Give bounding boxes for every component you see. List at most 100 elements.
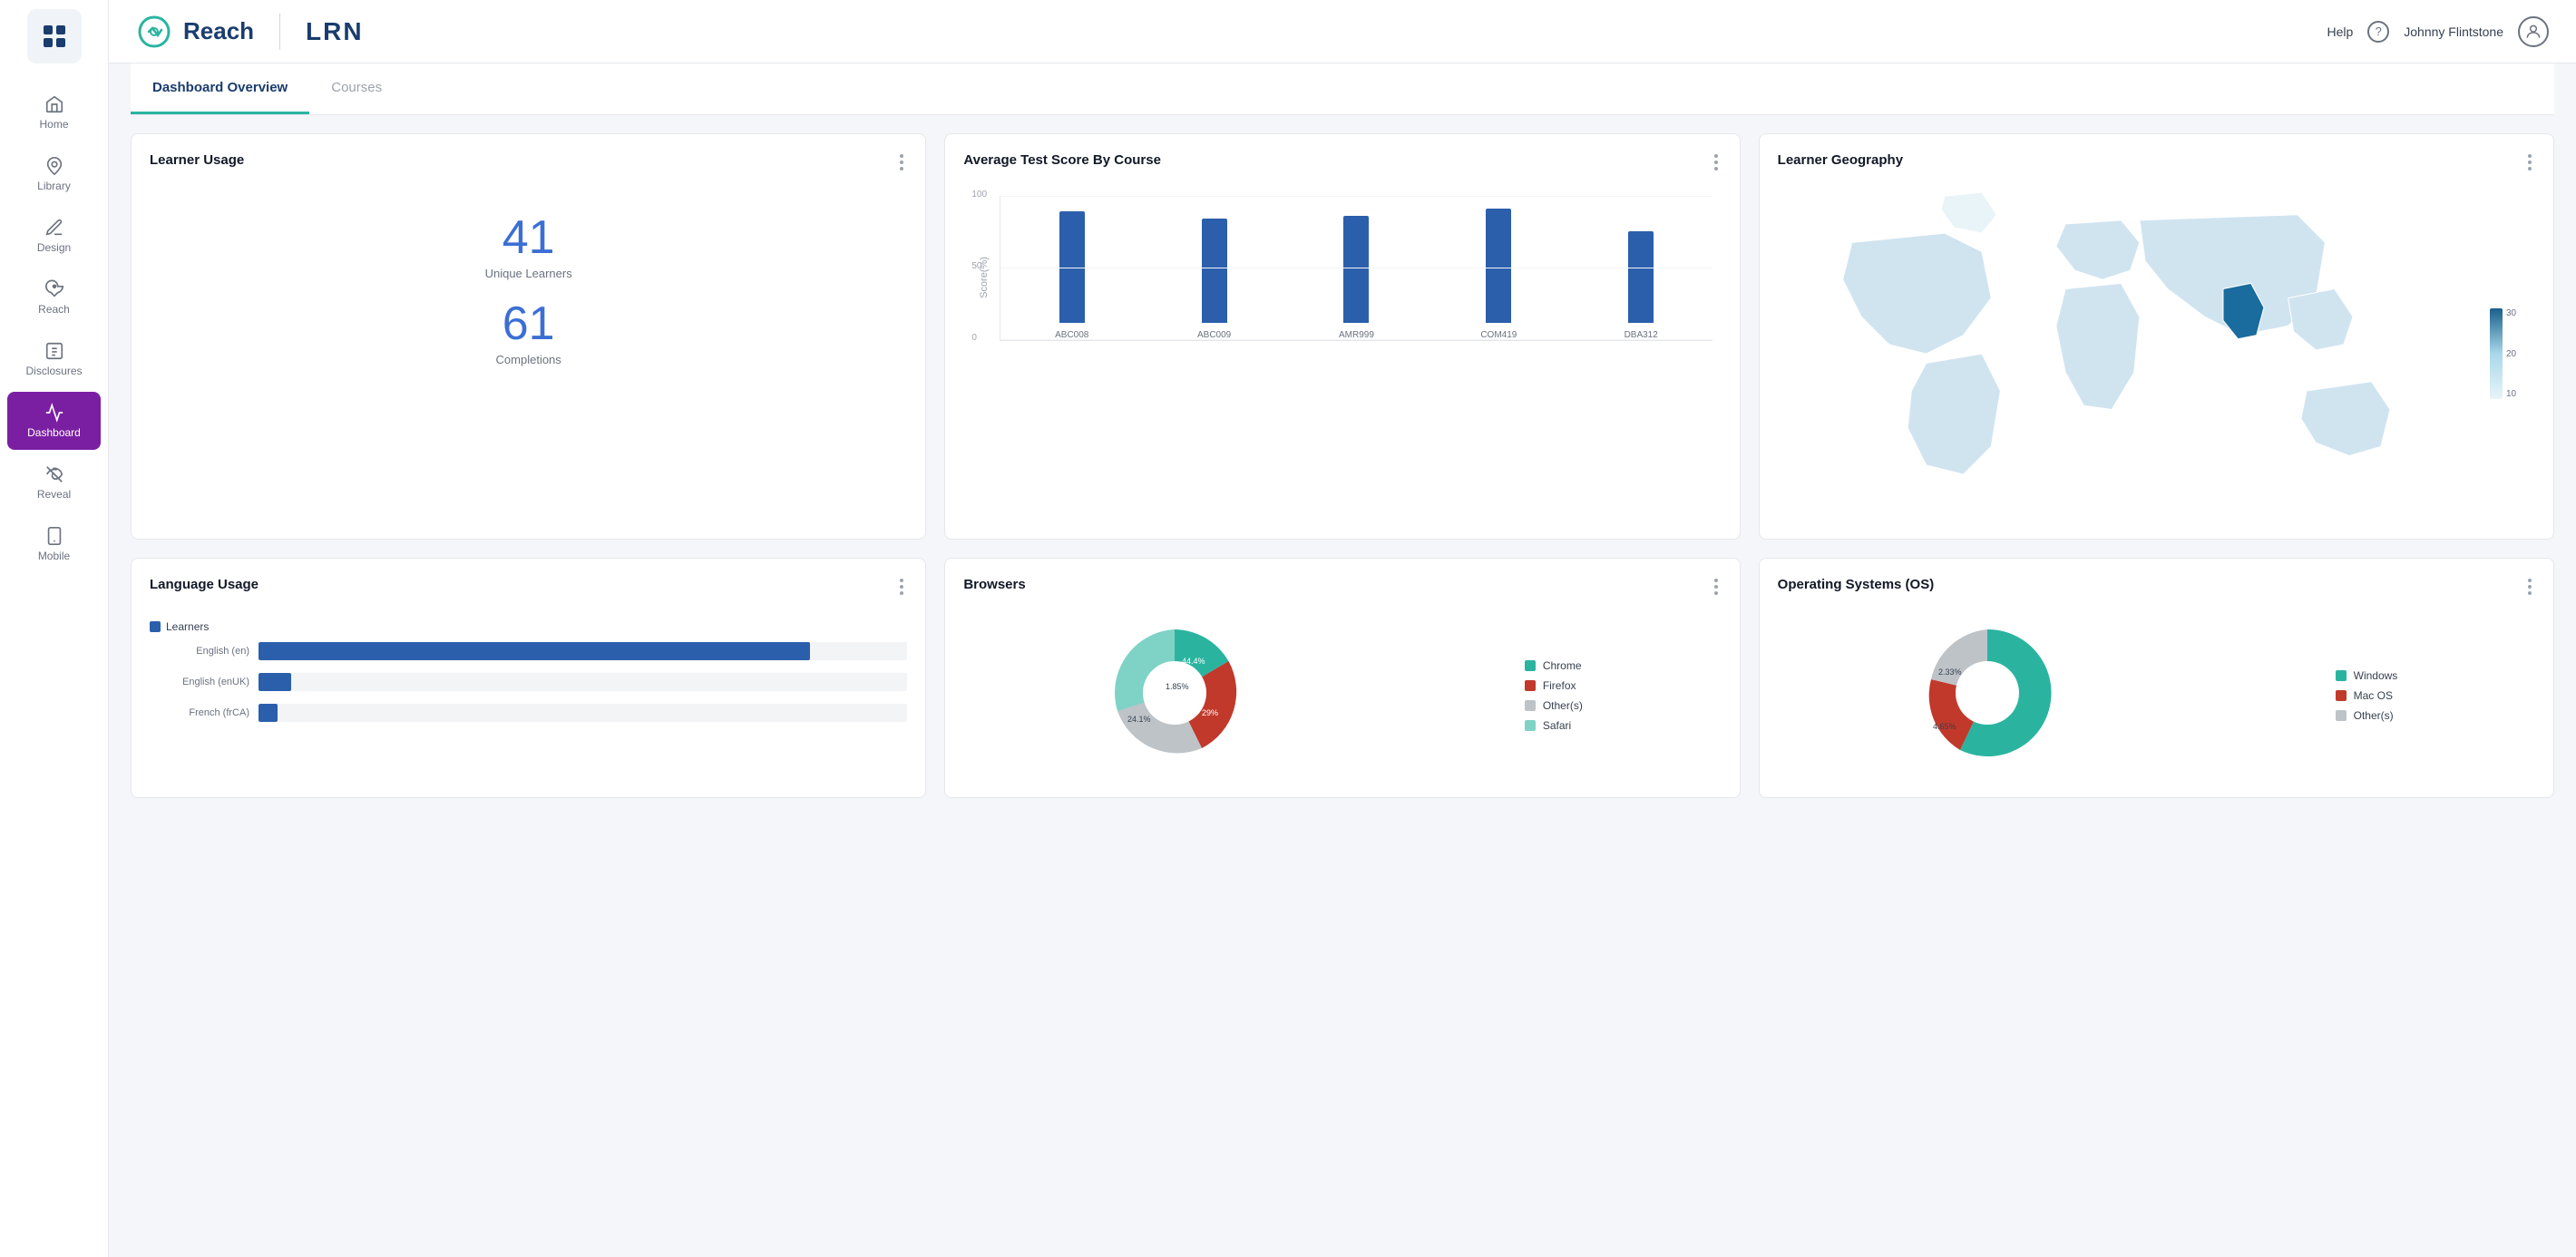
widget-learner-usage: Learner Usage 41 Unique Learners 61 Comp… [131,133,926,540]
lang-row-enuk: English (enUK) [150,673,907,691]
lrn-brand: LRN [306,17,364,46]
help-icon[interactable]: ? [2367,21,2389,43]
bar-chart-container: Score(%) 100 50 0 ABC008ABC009AMR999COM4… [963,187,1721,368]
os-others-dot [2336,710,2347,721]
lang-bar-fill-enuk [259,673,291,691]
dashboard-grid-row2: Language Usage Learners English (en) [131,558,2554,798]
bar-chart-y-label: Score(%) [979,257,990,298]
sidebar-item-reach-label: Reach [38,303,70,316]
sidebar-item-reach[interactable]: Reach [0,268,108,326]
sidebar-item-library-label: Library [37,180,71,192]
lang-legend-label: Learners [166,620,209,633]
user-name[interactable]: Johnny Flintstone [2404,24,2503,39]
bar-label-ABC008: ABC008 [1055,330,1088,340]
reach-brand-icon [136,14,172,50]
bar-label-DBA312: DBA312 [1625,330,1658,340]
browsers-legend: Chrome Firefox Other(s) Safari [1525,659,1583,732]
widget-learner-geography-menu[interactable] [2524,152,2535,172]
others-label: Other(s) [1543,699,1583,712]
unique-learners-label: Unique Learners [485,267,572,280]
widget-avg-test-score-menu[interactable] [1711,152,1722,172]
logo-divider [279,14,280,50]
lang-bar-track-en [259,642,907,660]
lang-bar-track-frca [259,704,907,722]
design-icon [44,218,64,238]
safari-dot [1525,720,1536,731]
header: Reach LRN Help ? Johnny Flintstone [109,0,2576,63]
bar-label-COM419: COM419 [1480,330,1517,340]
lang-label-enuk: English (enUK) [150,677,249,687]
mobile-icon [44,526,64,546]
browsers-donut-wrapper: 1.85% 24.1% 44.4% 29% [1102,620,1247,770]
widget-learner-usage-menu[interactable] [896,152,907,172]
lang-legend-dot [150,621,161,632]
bar-ABC009 [1202,219,1227,323]
reveal-icon [44,464,64,484]
browsers-donut-area: 1.85% 24.1% 44.4% 29% Chrome [963,611,1721,779]
sidebar-item-disclosures[interactable]: Disclosures [0,330,108,388]
lang-bar-fill-en [259,642,810,660]
browser-legend-others: Other(s) [1525,699,1583,712]
content-area: Dashboard Overview Courses Learner Usage… [109,63,2576,1257]
scale-label-20: 20 [2506,349,2516,359]
sidebar-item-mobile[interactable]: Mobile [0,515,108,573]
map-area: 30 20 10 [1778,187,2535,521]
tabs-bar: Dashboard Overview Courses [131,63,2554,115]
disclosures-icon [44,341,64,361]
sidebar-item-reveal[interactable]: Reveal [0,453,108,512]
sidebar-item-design[interactable]: Design [0,207,108,265]
gridline-100: 100 [1000,196,1712,197]
map-scale-gradient [2490,308,2503,399]
widget-browsers-menu[interactable] [1711,577,1722,597]
os-legend-windows: Windows [2336,669,2398,682]
widget-language-usage-header: Language Usage [150,577,907,597]
browser-legend-safari: Safari [1525,719,1583,732]
widget-learner-usage-title: Learner Usage [150,152,244,168]
os-others-label: Other(s) [2354,709,2394,722]
os-legend-others: Other(s) [2336,709,2398,722]
tab-dashboard-overview[interactable]: Dashboard Overview [131,63,309,114]
widget-os-title: Operating Systems (OS) [1778,577,1935,592]
library-icon [44,156,64,176]
widget-os-menu[interactable] [2524,577,2535,597]
sidebar-item-reveal-label: Reveal [37,488,71,501]
learner-usage-body: 41 Unique Learners 61 Completions [150,187,907,408]
chrome-dot [1525,660,1536,671]
widget-language-usage-title: Language Usage [150,577,259,592]
bar-ABC008 [1059,211,1085,323]
widget-browsers-title: Browsers [963,577,1025,592]
chrome-label: Chrome [1543,659,1582,672]
language-chart: Learners English (en) English (enUK) [150,611,907,744]
firefox-dot [1525,680,1536,691]
bar-DBA312 [1628,231,1654,323]
bar-group-AMR999: AMR999 [1294,216,1419,340]
main-area: Reach LRN Help ? Johnny Flintstone Dashb… [109,0,2576,1257]
brand-name: Reach [183,17,254,45]
map-scale-legend: 30 20 10 [2490,308,2535,399]
widget-learner-geography-header: Learner Geography [1778,152,2535,172]
completions-count: 61 [503,300,555,347]
header-right: Help ? Johnny Flintstone [2327,16,2549,47]
sidebar-item-library[interactable]: Library [0,145,108,203]
widget-language-usage-menu[interactable] [896,577,907,597]
bar-label-ABC009: ABC009 [1197,330,1231,340]
svg-text:24.1%: 24.1% [1127,715,1151,724]
bar-COM419 [1486,209,1511,323]
widget-avg-test-score-header: Average Test Score By Course [963,152,1721,172]
sidebar-item-dashboard[interactable]: Dashboard [7,392,101,450]
user-avatar-icon[interactable] [2518,16,2549,47]
firefox-label: Firefox [1543,679,1576,692]
sidebar-item-home[interactable]: Home [0,83,108,141]
help-link[interactable]: Help [2327,24,2353,39]
scale-label-30: 30 [2506,308,2516,318]
os-donut-svg: 2.33% 4.65% [1915,620,2060,765]
sidebar-item-home-label: Home [39,118,68,131]
lang-bar-track-enuk [259,673,907,691]
macos-label: Mac OS [2354,689,2393,702]
sidebar-logo[interactable] [27,9,82,63]
scale-label-10: 10 [2506,389,2516,399]
widget-avg-test-score-title: Average Test Score By Course [963,152,1161,168]
lang-legend: Learners [150,620,907,633]
svg-text:29%: 29% [1202,708,1218,717]
tab-courses[interactable]: Courses [309,63,404,114]
